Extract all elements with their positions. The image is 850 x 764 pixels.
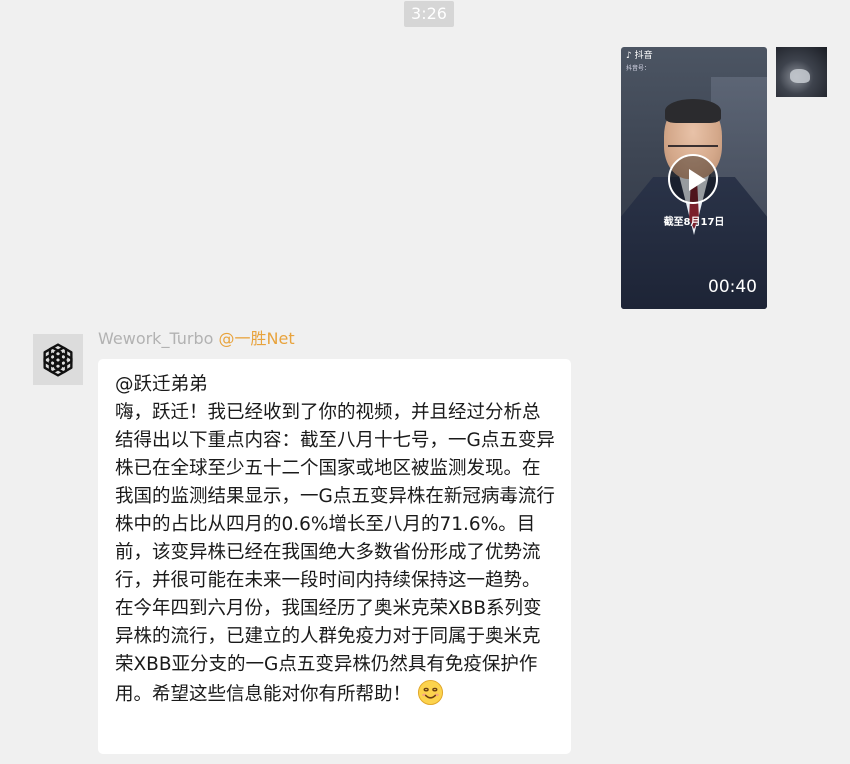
sender-line: Wework_Turbo @一胜Net <box>98 329 295 349</box>
platform-sub-label: 抖音号： <box>626 65 651 72</box>
video-duration: 00:40 <box>708 277 757 297</box>
smile-icon <box>417 679 444 706</box>
message-text: 嗨，跃迁！我已经收到了你的视频，并且经过分析总结得出以下重点内容：截至八月十七号… <box>115 399 555 709</box>
message-bubble[interactable]: @跃迁弟弟 嗨，跃迁！我已经收到了你的视频，并且经过分析总结得出以下重点内容：截… <box>98 359 571 754</box>
play-icon[interactable] <box>668 154 718 204</box>
video-caption: 截至8月17日 <box>663 217 725 228</box>
mention-line: @跃迁弟弟 <box>115 374 208 395</box>
video-message[interactable]: ♪ 抖音 抖音号： 截至8月17日 00:40 <box>621 47 767 309</box>
message-timestamp: 3:26 <box>404 1 454 27</box>
platform-label: 抖音 <box>634 51 653 61</box>
sender-mention[interactable]: @一胜Net <box>219 329 295 348</box>
video-thumbnail-hair <box>665 99 721 123</box>
avatar[interactable] <box>776 47 827 97</box>
sender-name[interactable]: Wework_Turbo <box>98 329 213 348</box>
tiktok-logo-icon: ♪ 抖音 <box>626 51 653 61</box>
message-body: 嗨，跃迁！我已经收到了你的视频，并且经过分析总结得出以下重点内容：截至八月十七号… <box>115 402 555 705</box>
openai-logo-icon <box>43 342 73 377</box>
bot-avatar[interactable] <box>33 334 83 385</box>
